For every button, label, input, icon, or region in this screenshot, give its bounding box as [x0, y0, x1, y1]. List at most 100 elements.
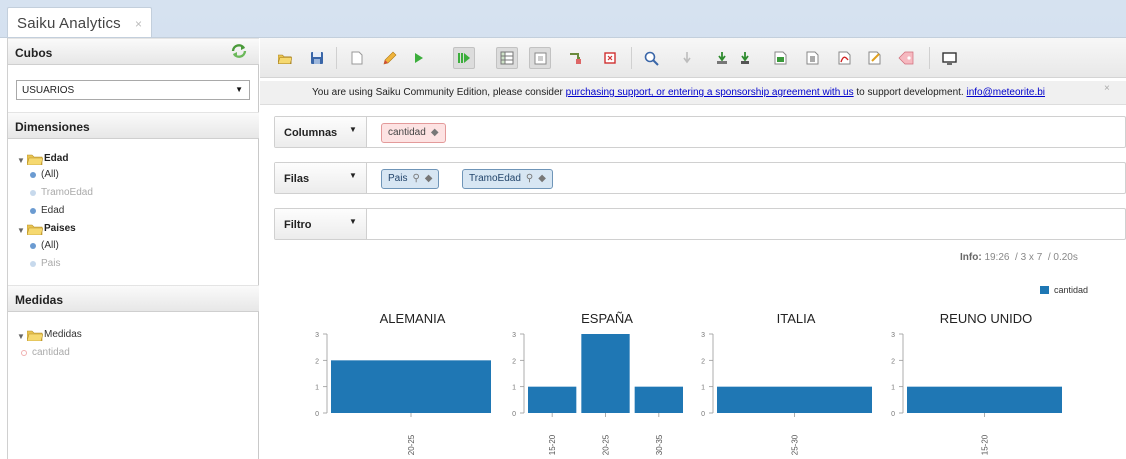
cube-select[interactable]: USUARIOS ▼ — [16, 80, 250, 100]
notice-text: You are using Saiku Community Edition, p… — [312, 87, 1045, 98]
y-tick-label: 3 — [701, 332, 705, 339]
bar — [331, 360, 491, 413]
non-empty-icon[interactable] — [599, 47, 621, 69]
bar — [634, 386, 683, 413]
y-tick-label: 0 — [315, 411, 319, 418]
folder-icon — [27, 224, 43, 235]
chart-mode-icon[interactable] — [938, 47, 960, 69]
pill-label: TramoEdad — [469, 173, 521, 184]
y-tick-label: 1 — [315, 385, 319, 392]
level-pill[interactable]: Pais ⚲ ◆ — [381, 169, 440, 189]
y-tick-label: 0 — [512, 411, 516, 418]
panel-title: ITALIA — [777, 311, 816, 326]
toolbar-separator — [929, 47, 930, 69]
sort-icon[interactable]: ◆ — [425, 173, 433, 184]
tag-icon[interactable] — [895, 47, 917, 69]
y-tick-label: 0 — [891, 411, 895, 418]
tree-leaf-label: Edad — [41, 205, 65, 216]
pill-label: Pais — [388, 173, 408, 184]
hide-parents-icon[interactable] — [564, 47, 586, 69]
new-query-icon[interactable] — [346, 47, 368, 69]
filter-axis-label[interactable]: Filtro ▼ — [275, 209, 367, 239]
toggle-sidebar-icon[interactable] — [529, 47, 551, 69]
panel-title: ALEMANIA — [380, 311, 446, 326]
y-tick-label: 2 — [512, 358, 516, 365]
tree-folder-label: Edad — [44, 153, 69, 164]
measure-pill[interactable]: cantidad ◆ — [381, 123, 446, 143]
export-csv-icon[interactable] — [769, 47, 791, 69]
info-dims: 3 x 7 — [1020, 252, 1043, 263]
x-tick-label: 20-25 — [407, 434, 416, 455]
search-icon[interactable]: ⚲ — [412, 173, 419, 184]
expand-triangle-icon[interactable]: ▼ — [17, 332, 25, 341]
toggle-fields-icon[interactable] — [496, 47, 518, 69]
x-tick-label: 15-20 — [548, 434, 557, 455]
show-mdx-icon[interactable] — [676, 47, 698, 69]
workspace: You are using Saiku Community Edition, p… — [260, 38, 1126, 459]
tree-folder-label: Paises — [44, 223, 76, 234]
columns-axis: Columnas ▼ cantidad ◆ — [274, 116, 1126, 148]
browser-tab[interactable]: Saiku Analytics × — [7, 7, 152, 37]
cube-select-value: USUARIOS — [22, 85, 75, 96]
sort-icon[interactable]: ◆ — [538, 173, 546, 184]
notice-close-icon[interactable]: × — [1104, 83, 1110, 94]
swap-axis-icon[interactable] — [640, 47, 662, 69]
columns-axis-label[interactable]: Columnas ▼ — [275, 117, 367, 147]
chevron-down-icon: ▼ — [349, 125, 357, 134]
rows-label-text: Filas — [284, 173, 310, 185]
save-icon[interactable] — [306, 47, 328, 69]
folder-icon[interactable] — [274, 47, 296, 69]
sort-icon[interactable]: ◆ — [431, 127, 439, 138]
x-tick-label: 30-35 — [655, 434, 664, 455]
dimensions-header: Dimensiones — [8, 112, 259, 139]
folder-icon — [27, 330, 43, 341]
chevron-down-icon: ▼ — [349, 217, 357, 226]
drillthrough-icon[interactable] — [734, 47, 756, 69]
expand-triangle-icon[interactable]: ▼ — [17, 156, 25, 165]
dimension-tree: ▼ Edad (All) TramoEdad Edad ▼ Paises (Al… — [17, 153, 257, 283]
query-info: Info: 19:26 / 3 x 7 / 0.20s — [960, 252, 1078, 263]
y-tick-label: 1 — [512, 385, 516, 392]
export-pdf-icon[interactable] — [833, 47, 855, 69]
edit-icon[interactable] — [378, 47, 400, 69]
tab-title: Saiku Analytics — [17, 15, 121, 32]
search-icon[interactable]: ⚲ — [526, 173, 533, 184]
level-dot-icon — [30, 261, 36, 267]
bar — [581, 334, 630, 413]
tree-leaf-label: (All) — [41, 169, 59, 180]
rows-axis-label[interactable]: Filas ▼ — [275, 163, 367, 193]
filter-axis: Filtro ▼ — [274, 208, 1126, 240]
tree-leaf-label: Pais — [41, 258, 61, 269]
sponsorship-link[interactable]: purchasing support, or entering a sponso… — [566, 87, 854, 98]
measures-tree: ▼ Medidas cantidad — [17, 329, 257, 369]
info-label: Info: — [960, 252, 982, 263]
measure-dot-icon — [21, 350, 27, 356]
y-tick-label: 1 — [701, 385, 705, 392]
panel-title: REUNO UNIDO — [940, 311, 1032, 326]
query-ops-icon[interactable] — [864, 47, 886, 69]
export-xls-icon[interactable] — [801, 47, 823, 69]
y-tick-label: 3 — [512, 332, 516, 339]
legend-swatch — [1040, 286, 1049, 294]
tree-leaf-label: (All) — [41, 240, 59, 251]
email-link[interactable]: info@meteorite.bi — [966, 87, 1045, 98]
saiku-app: Cubos USUARIOS ▼ Dimensiones ▼ Edad (All… — [0, 37, 1126, 459]
tree-leaf-label: cantidad — [32, 347, 70, 358]
auto-run-icon[interactable] — [453, 47, 475, 69]
x-tick-label: 20-25 — [602, 434, 611, 455]
explain-icon[interactable] — [711, 47, 733, 69]
toolbar-separator — [631, 47, 632, 69]
bar — [528, 386, 577, 413]
expand-triangle-icon[interactable]: ▼ — [17, 226, 25, 235]
folder-icon — [27, 154, 43, 165]
chevron-down-icon: ▼ — [235, 85, 243, 94]
refresh-icon[interactable] — [230, 42, 248, 60]
tab-close-icon[interactable]: × — [135, 17, 142, 31]
level-dot-icon — [30, 243, 36, 249]
measures-header: Medidas — [8, 285, 259, 312]
run-icon[interactable] — [408, 47, 430, 69]
level-pill[interactable]: TramoEdad ⚲ ◆ — [462, 169, 553, 189]
level-dot-icon — [30, 172, 36, 178]
y-tick-label: 2 — [701, 358, 705, 365]
panel-title: ESPAÑA — [581, 311, 633, 326]
